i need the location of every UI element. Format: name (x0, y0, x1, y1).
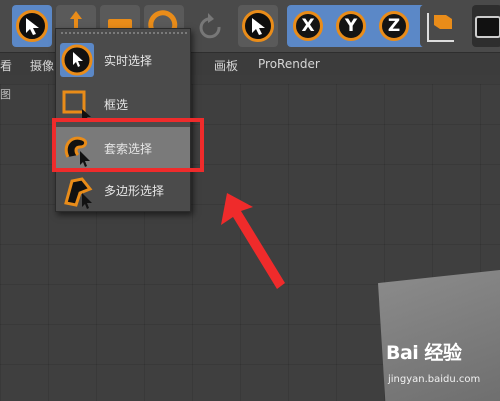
cursor-icon (242, 10, 274, 42)
popup-grip[interactable] (60, 31, 188, 35)
z-axis-button[interactable]: Z (376, 7, 412, 45)
coordinate-system-icon (427, 13, 454, 42)
popup-item-polygon-selection[interactable]: 多边形选择 (56, 169, 190, 211)
y-axis-label: Y (344, 16, 358, 36)
popup-item-label: 多边形选择 (104, 184, 165, 198)
highlight-box (52, 118, 204, 172)
x-axis-button[interactable]: X (290, 7, 326, 45)
popup-item-label: 实时选择 (104, 54, 153, 68)
x-axis-label: X (301, 16, 315, 36)
world-coordinate-button[interactable] (420, 5, 460, 47)
y-axis-button[interactable]: Y (333, 7, 369, 45)
baidu-url: jingyan.baidu.com (388, 374, 481, 385)
menu-item-view[interactable]: 看 (0, 57, 12, 74)
viewport-label: 图 (0, 88, 11, 101)
refresh-icon (199, 13, 221, 39)
live-selection-icon (60, 43, 94, 77)
baidu-watermark: Bai 经验 jingyan.baidu.com (386, 338, 500, 398)
clapper-icon (475, 16, 500, 38)
menu-item-panel[interactable]: 画板 (214, 57, 238, 74)
red-arrow-annotation (221, 193, 285, 289)
selection-tool-button[interactable] (12, 5, 52, 47)
live-selection-icon (16, 10, 48, 42)
popup-item-live-selection[interactable]: 实时选择 (56, 39, 190, 81)
menu-item-camera[interactable]: 摄像 (30, 57, 54, 74)
coordinate-button[interactable] (190, 5, 230, 47)
z-axis-label: Z (387, 16, 401, 36)
baidu-logo: Bai 经验 (386, 342, 462, 364)
menu-item-prorender[interactable]: ProRender (258, 57, 320, 71)
render-button[interactable] (472, 5, 500, 47)
rectangle-selection-icon (60, 87, 94, 122)
polygon-selection-icon (60, 173, 94, 209)
popup-item-label: 框选 (104, 98, 129, 112)
pointer-tool-button[interactable] (238, 5, 278, 47)
